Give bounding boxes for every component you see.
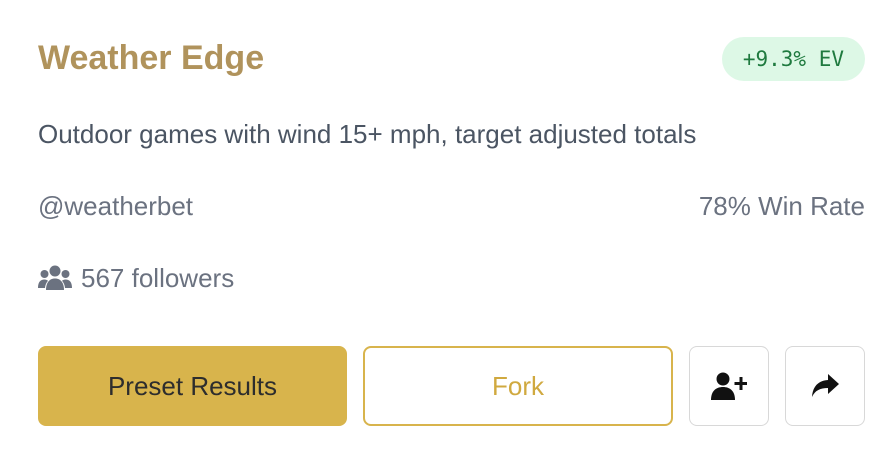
user-plus-icon — [711, 371, 747, 401]
followers-count-row: 567 followers — [38, 259, 234, 297]
preset-results-button[interactable]: Preset Results — [38, 346, 347, 426]
share-button[interactable] — [785, 346, 865, 426]
strategy-description: Outdoor games with wind 15+ mph, target … — [38, 119, 697, 149]
strategy-title: Weather Edge — [38, 39, 265, 77]
followers-label: 567 followers — [81, 262, 235, 293]
users-icon — [38, 263, 72, 293]
strategy-card: Weather Edge +9.3% EV Outdoor games with… — [0, 0, 892, 464]
preset-results-label: Preset Results — [107, 370, 278, 401]
follow-button[interactable] — [689, 346, 769, 426]
fork-button[interactable]: Fork — [363, 346, 673, 426]
author-handle[interactable]: @weatherbet — [38, 188, 193, 224]
win-rate: 78% Win Rate — [698, 191, 865, 221]
share-icon — [810, 373, 840, 399]
ev-badge: +9.3% EV — [721, 37, 865, 81]
fork-label: Fork — [492, 370, 544, 401]
